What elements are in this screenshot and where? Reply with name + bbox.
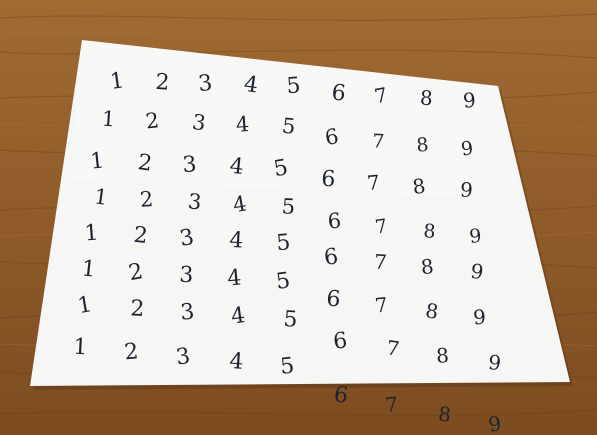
digit-7-row-5: 7 [373,249,387,274]
digit-9-row-1: 9 [462,88,477,113]
digit-9-row-4: 9 [468,225,482,248]
digit-2-row-7: 2 [130,296,145,322]
digit-1-row-6: 1 [80,256,97,282]
digit-9-row-3: 9 [459,177,473,202]
digit-7-row-6: 7 [374,292,389,317]
digit-9-row-7: 9 [487,350,502,375]
paper-sheet: 1 2 3 4 5 6 7 8 91 2 3 4 5 6 7 8 91 2 3 4 5 6 7 8 91 2 3 4 56 7 8 91 2 3 4… [30,40,573,435]
digit-9-row-6: 9 [472,305,486,330]
digit-4-row-6: 4 [226,265,242,291]
digit-5-row-4: 5 [281,194,296,219]
digit-2-row-8: 2 [123,339,139,365]
digit-7-row-3: 7 [366,170,381,195]
digit-9-row-8: 9 [486,411,503,435]
digit-6-row-6: 6 [326,287,342,313]
digit-3-row-6: 3 [179,263,194,289]
digit-4-row-8: 4 [229,349,245,375]
digit-5-row-2: 5 [281,114,297,139]
digit-3-row-7: 3 [179,300,195,326]
digit-3-row-1: 3 [197,71,214,97]
digit-2-row-4: 2 [139,187,154,212]
digit-4-row-5: 4 [229,228,244,254]
digit-2-row-5: 2 [132,223,149,249]
digit-4-row-2: 4 [235,112,250,137]
digit-8-row-4: 8 [423,220,437,243]
digit-8-row-7: 8 [435,343,449,368]
digit-5-row-1: 5 [286,73,302,99]
digit-1-row-2: 1 [101,107,116,132]
digit-8-row-2: 8 [415,134,429,157]
digit-6-row-8: 6 [332,382,349,409]
digit-6-row-1: 6 [330,80,347,106]
digit-6-row-4: 6 [327,208,342,233]
digit-5-row-7: 5 [283,307,299,333]
digit-6-row-7: 6 [332,328,349,354]
digit-1-row-3: 1 [89,148,106,174]
digit-5-row-8: 5 [279,354,296,380]
digit-7-row-8: 7 [384,392,398,417]
digit-4-row-3: 4 [228,154,245,180]
digit-2-row-2: 2 [144,108,160,133]
digit-1-row-5: 1 [84,221,100,247]
digit-8-row-8: 8 [437,402,452,427]
digit-8-row-1: 8 [419,85,433,110]
photo-scene: 1234567891234567891234567891234567891234… [0,0,597,435]
digit-7-row-2: 7 [372,130,385,153]
digit-3-row-3: 3 [182,152,198,178]
digit-3-row-4: 3 [187,189,203,214]
digit-5-row-5: 5 [275,230,291,256]
digit-2-row-1: 2 [155,70,171,96]
digit-6-row-3: 6 [321,167,336,193]
digit-1-row-8: 1 [73,335,88,361]
digit-8-row-5: 8 [420,254,435,279]
